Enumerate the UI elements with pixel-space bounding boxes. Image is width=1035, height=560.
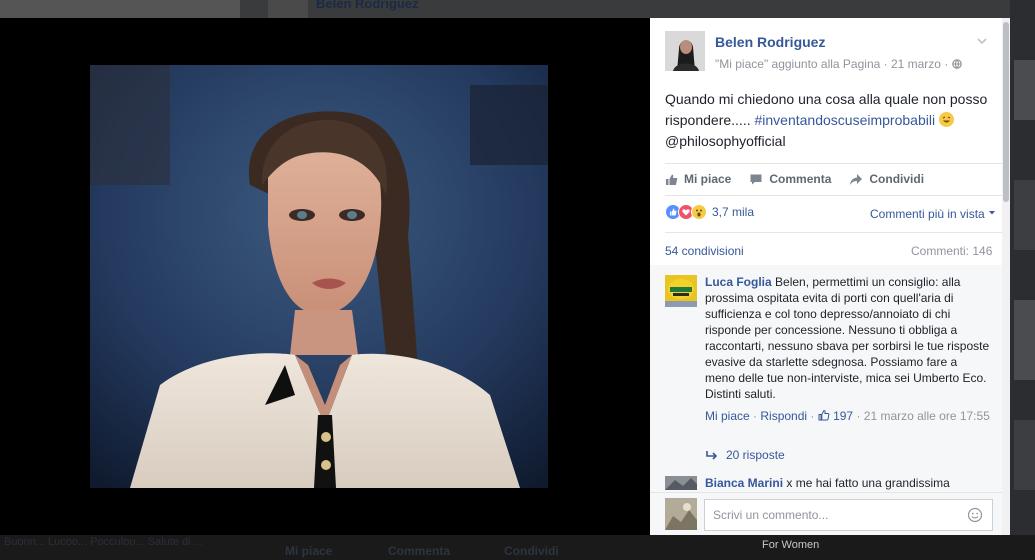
post-photo[interactable]: [90, 65, 548, 488]
comment-like-link[interactable]: Mi piace: [705, 409, 750, 423]
caret-down-icon: [989, 211, 996, 215]
background-page-name: Belen Rodriguez: [316, 0, 419, 11]
share-icon: [850, 173, 863, 185]
background-ad-2: [1014, 180, 1035, 250]
comment-meta: Mi piace · Rispondi · 197 · 21 marzo all…: [705, 409, 990, 423]
scrollbar-thumb[interactable]: [1003, 22, 1009, 202]
comment-body: Luca Foglia Belen, permettimi un consigl…: [705, 274, 990, 402]
share-button[interactable]: Condividi: [849, 168, 924, 190]
divider: [665, 163, 1002, 164]
share-label: Condividi: [869, 172, 925, 186]
background-ad-4: [1014, 420, 1035, 490]
comment-reply-link[interactable]: Rispondi: [760, 409, 807, 423]
background-avatar: [268, 0, 308, 18]
view-replies-link[interactable]: 20 risposte: [705, 448, 785, 462]
page-name[interactable]: Belen Rodriguez: [715, 34, 825, 50]
comments-count: Commenti: 146: [911, 244, 993, 258]
comment-text: Belen, permettimi un consiglio: alla pro…: [705, 275, 990, 401]
page-avatar[interactable]: [665, 31, 705, 71]
post-subtitle: "Mi piace" aggiunto alla Pagina · 21 mar…: [715, 57, 962, 71]
like-button[interactable]: Mi piace: [665, 168, 731, 190]
chevron-down-icon[interactable]: [975, 34, 989, 48]
comments-sort-label: Commenti più in vista: [870, 207, 985, 221]
comment-label: Commenta: [769, 172, 832, 186]
comment-icon: [750, 174, 762, 184]
background-like: Mi piace: [285, 544, 333, 558]
background-share: Condividi: [504, 544, 559, 558]
comments-sort-dropdown[interactable]: Commenti più in vista: [870, 207, 996, 221]
like-label: Mi piace: [684, 172, 732, 186]
thumbs-up-outline-icon: [818, 409, 830, 421]
comment-input[interactable]: Scrivi un commento...: [704, 499, 993, 531]
reactions-summary[interactable]: 3,7 mila: [665, 204, 754, 220]
post-panel: Belen Rodriguez "Mi piace" aggiunto alla…: [650, 18, 1010, 535]
post-subtitle-text: "Mi piace" aggiunto alla Pagina · 21 mar…: [715, 57, 952, 71]
background-thumbnail: [0, 0, 240, 18]
divider: [665, 232, 1002, 233]
post-text: Quando mi chiedono una cosa alla quale n…: [665, 89, 1000, 152]
comment-body: Bianca Marini x me hai fatto una grandis…: [705, 476, 950, 490]
comment-like-count[interactable]: 197: [833, 409, 853, 423]
user-avatar-image: [665, 498, 697, 530]
shares-link[interactable]: 54 condivisioni: [665, 244, 744, 258]
background-bottom-bar: Buonn... Lucoo... Pocculou... Salute di …: [0, 535, 1035, 560]
background-ad-1: [1014, 60, 1035, 120]
laughing-emoji-icon: [938, 112, 954, 127]
background-sidebar: [1010, 0, 1035, 560]
background-top-bar: Belen Rodriguez: [0, 0, 1035, 18]
comment-composer: Scrivi un commento...: [650, 492, 1002, 535]
globe-icon: [951, 59, 962, 69]
commenter-avatar[interactable]: [665, 476, 697, 490]
post-actions: Mi piace Commenta Condividi: [665, 168, 924, 190]
reply-arrow-icon: [706, 451, 718, 460]
comment-input-placeholder: Scrivi un commento...: [713, 508, 829, 522]
background-ghost-text: Buonn... Lucoo... Pocculou... Salute di …: [4, 536, 203, 548]
comment-author[interactable]: Luca Foglia: [705, 275, 772, 289]
commenter-avatar-image: [665, 275, 697, 307]
background-side-text: For Women: [762, 539, 820, 551]
comment-author[interactable]: Bianca Marini: [705, 476, 783, 490]
wow-reaction-icon: [691, 204, 707, 220]
post-mention: @philosophyofficial: [665, 133, 786, 149]
user-avatar: [665, 498, 697, 530]
background-comment: Commenta: [388, 544, 451, 558]
replies-label: 20 risposte: [726, 448, 785, 462]
comment-button[interactable]: Commenta: [749, 168, 831, 190]
comment-time[interactable]: 21 marzo alle ore 17:55: [864, 409, 990, 423]
thumbs-up-icon: [666, 174, 678, 185]
portrait-image: [90, 65, 548, 488]
avatar-image: [665, 31, 705, 71]
background-ad-3: [1014, 300, 1035, 380]
photo-viewer[interactable]: [0, 18, 650, 535]
post-hashtag[interactable]: #inventandoscuseimprobabili: [755, 112, 936, 128]
commenter-avatar-image: [665, 476, 697, 490]
divider: [665, 195, 1002, 196]
emoji-picker-icon[interactable]: [967, 507, 983, 523]
reactions-count[interactable]: 3,7 mila: [712, 205, 754, 219]
comment-text: x me hai fatto una grandissima: [783, 476, 950, 490]
commenter-avatar[interactable]: [665, 275, 697, 307]
